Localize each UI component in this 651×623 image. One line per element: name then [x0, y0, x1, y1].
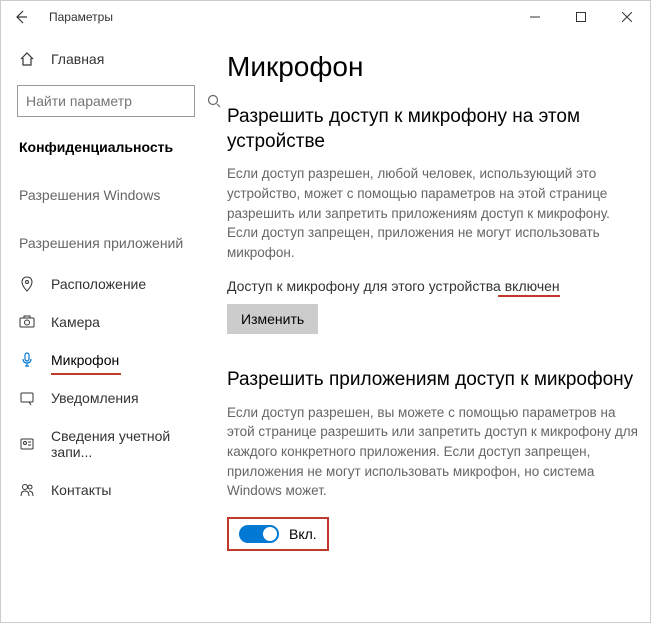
- page-title: Микрофон: [227, 51, 638, 83]
- close-button[interactable]: [604, 1, 650, 33]
- microphone-icon: [19, 352, 35, 368]
- account-icon: [19, 436, 35, 452]
- search-box[interactable]: [17, 85, 195, 117]
- sidebar-item-notifications[interactable]: Уведомления: [1, 379, 211, 417]
- back-button[interactable]: [9, 10, 33, 24]
- app-access-toggle-row: Вкл.: [227, 517, 329, 551]
- section2-title: Разрешить приложениям доступ к микрофону: [227, 368, 638, 393]
- maximize-icon: [576, 12, 586, 22]
- sidebar-item-label: Контакты: [51, 482, 111, 498]
- home-link[interactable]: Главная: [1, 41, 211, 77]
- sidebar-item-label: Микрофон: [51, 352, 119, 368]
- sidebar-item-camera[interactable]: Камера: [1, 303, 211, 341]
- sidebar-item-location[interactable]: Расположение: [1, 265, 211, 303]
- sidebar-item-label: Камера: [51, 314, 100, 330]
- minimize-icon: [530, 12, 540, 22]
- status-value: включен: [505, 278, 560, 294]
- camera-icon: [19, 314, 35, 330]
- section2-description: Если доступ разрешен, вы можете с помощь…: [227, 403, 638, 501]
- close-icon: [622, 12, 632, 22]
- highlight-underline: [51, 373, 121, 375]
- sidebar-item-account-info[interactable]: Сведения учетной запи...: [1, 417, 211, 471]
- location-icon: [19, 276, 35, 292]
- sidebar-item-label: Сведения учетной запи...: [51, 428, 193, 460]
- toggle-label: Вкл.: [289, 526, 317, 542]
- titlebar: Параметры: [1, 1, 650, 33]
- section1-description: Если доступ разрешен, любой человек, исп…: [227, 164, 638, 262]
- home-icon: [19, 51, 35, 67]
- minimize-button[interactable]: [512, 1, 558, 33]
- change-button[interactable]: Изменить: [227, 304, 318, 334]
- sidebar-item-label: Уведомления: [51, 390, 139, 406]
- sidebar: Главная Конфиденциальность Разрешения Wi…: [1, 33, 211, 622]
- arrow-left-icon: [14, 10, 28, 24]
- status-prefix: Доступ к микрофону для этого устройства: [227, 278, 505, 294]
- content-area: Главная Конфиденциальность Разрешения Wi…: [1, 33, 650, 622]
- section-windows-permissions: Разрешения Windows: [1, 169, 211, 217]
- sidebar-item-microphone[interactable]: Микрофон: [1, 341, 211, 379]
- sidebar-item-label: Расположение: [51, 276, 146, 292]
- sidebar-item-contacts[interactable]: Контакты: [1, 471, 211, 509]
- section-app-permissions: Разрешения приложений: [1, 217, 211, 265]
- main-panel: Микрофон Разрешить доступ к микрофону на…: [211, 33, 650, 622]
- notification-icon: [19, 390, 35, 406]
- app-access-toggle[interactable]: [239, 525, 279, 543]
- maximize-button[interactable]: [558, 1, 604, 33]
- device-access-status: Доступ к микрофону для этого устройства …: [227, 278, 560, 294]
- settings-window: Параметры Главная: [0, 0, 651, 623]
- contacts-icon: [19, 482, 35, 498]
- section1-title: Разрешить доступ к микрофону на этом уст…: [227, 105, 638, 154]
- highlight-underline: [498, 295, 560, 297]
- toggle-knob: [263, 527, 277, 541]
- category-title: Конфиденциальность: [1, 131, 211, 169]
- window-controls: [512, 1, 650, 33]
- search-input[interactable]: [26, 93, 207, 109]
- window-title: Параметры: [49, 10, 113, 24]
- home-label: Главная: [51, 51, 104, 67]
- search-icon: [207, 94, 221, 108]
